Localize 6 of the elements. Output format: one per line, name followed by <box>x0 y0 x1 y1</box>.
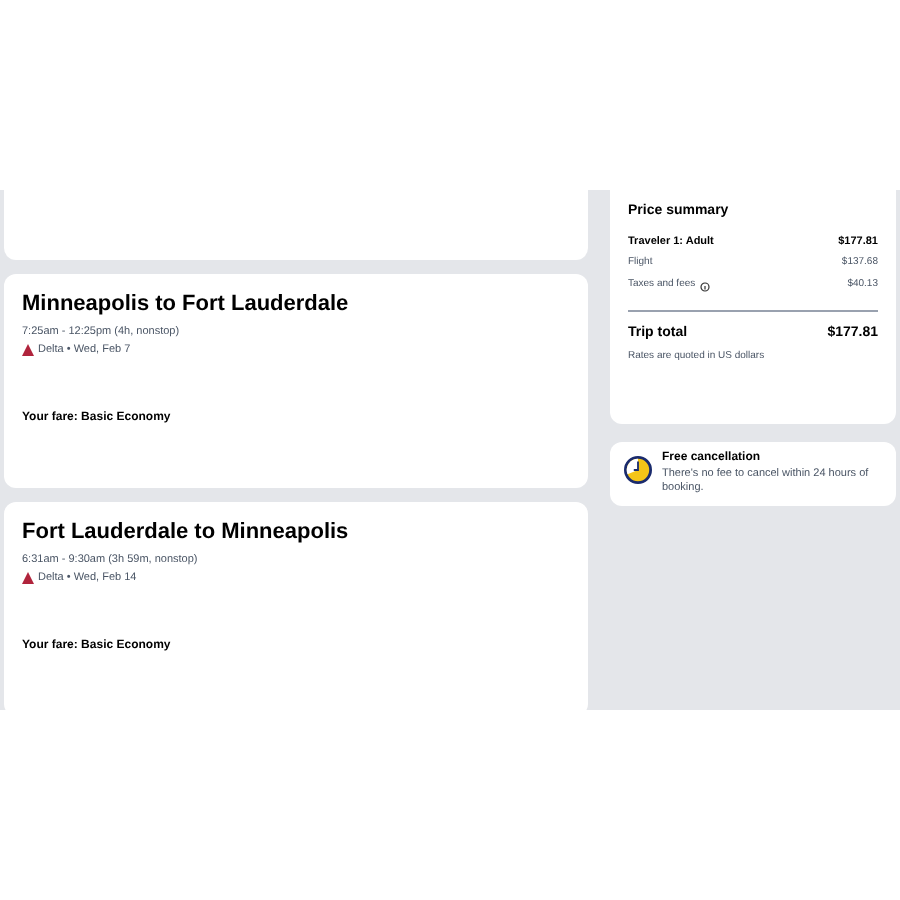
clock-icon <box>624 456 652 484</box>
triangle-icon <box>22 572 34 585</box>
flight-route: Fort Lauderdale to Minneapolis <box>22 520 351 548</box>
flight-route: Minneapolis to Fort Lauderdale <box>22 292 351 320</box>
info-icon[interactable] <box>699 281 710 291</box>
triangle-icon <box>22 344 34 357</box>
